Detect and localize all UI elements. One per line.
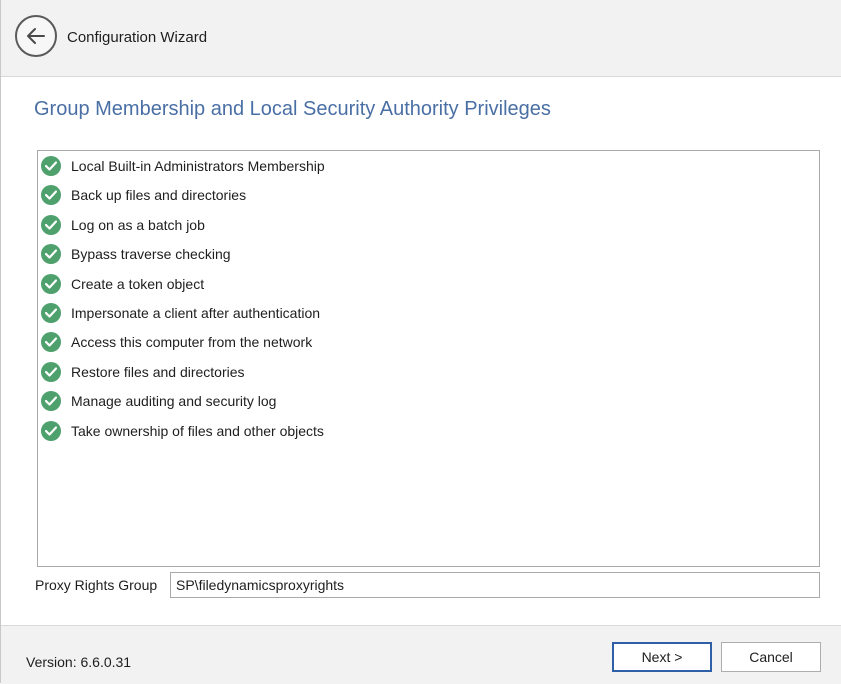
- list-item: Create a token object: [41, 272, 204, 296]
- check-circle-icon: [41, 420, 61, 441]
- list-item-label: Take ownership of files and other object…: [71, 422, 324, 439]
- footer-bar: Version: 6.6.0.31 Next > Cancel: [1, 625, 841, 684]
- list-item-label: Access this computer from the network: [71, 334, 313, 351]
- back-button[interactable]: [15, 15, 57, 57]
- list-item: Manage auditing and security log: [41, 389, 276, 413]
- page-heading: Group Membership and Local Security Auth…: [34, 98, 551, 120]
- check-circle-icon: [41, 185, 61, 206]
- list-item: Log on as a batch job: [41, 213, 205, 237]
- check-circle-icon: [41, 391, 61, 412]
- check-circle-icon: [41, 361, 61, 382]
- window-title: Configuration Wizard: [67, 29, 208, 46]
- cancel-button[interactable]: Cancel: [721, 642, 821, 672]
- list-item-label: Restore files and directories: [71, 363, 245, 380]
- proxy-rights-group-label: Proxy Rights Group: [35, 577, 158, 593]
- configuration-wizard-window: Configuration Wizard Group Membership an…: [0, 0, 841, 684]
- proxy-rights-group-input[interactable]: [170, 572, 820, 598]
- list-item-label: Back up files and directories: [71, 187, 247, 204]
- list-item: Bypass traverse checking: [41, 242, 231, 266]
- list-item: Restore files and directories: [41, 360, 245, 384]
- list-item-label: Impersonate a client after authenticatio…: [71, 305, 321, 321]
- check-circle-icon: [41, 156, 61, 176]
- list-item-label: Manage auditing and security log: [71, 393, 277, 410]
- check-circle-icon: [41, 332, 61, 353]
- check-circle-icon: [41, 214, 61, 235]
- list-item: Access this computer from the network: [41, 330, 312, 354]
- check-circle-icon: [41, 244, 61, 265]
- list-item-label: Bypass traverse checking: [71, 246, 231, 263]
- list-item: Back up files and directories: [41, 183, 246, 207]
- title-bar: Configuration Wizard: [1, 0, 841, 77]
- list-item-label: Create a token object: [71, 275, 205, 292]
- check-circle-icon: [41, 303, 61, 323]
- list-item: Impersonate a client after authenticatio…: [41, 301, 320, 325]
- privilege-list[interactable]: Local Built-in Administrators Membership…: [37, 150, 820, 567]
- version-label: Version: 6.6.0.31: [26, 654, 132, 670]
- list-item-label: Local Built-in Administrators Membership: [71, 158, 325, 174]
- list-item: Local Built-in Administrators Membership: [41, 154, 325, 178]
- arrow-left-icon: [27, 28, 45, 44]
- list-item-label: Log on as a batch job: [71, 216, 205, 233]
- list-item: Take ownership of files and other object…: [41, 419, 324, 443]
- check-circle-icon: [41, 273, 61, 294]
- next-button[interactable]: Next >: [612, 642, 712, 672]
